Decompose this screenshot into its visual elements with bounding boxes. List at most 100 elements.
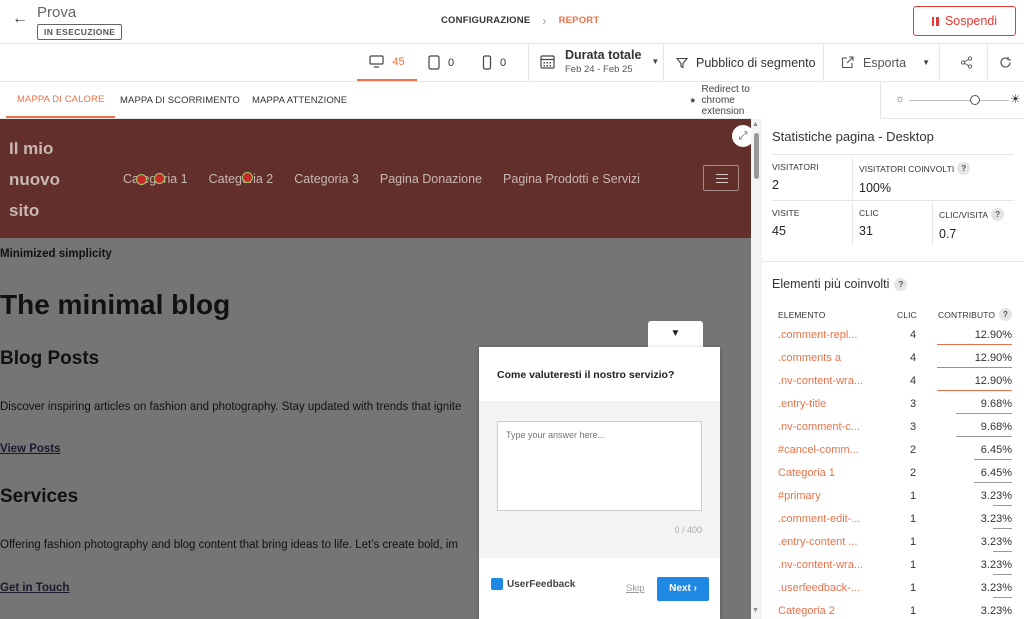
element-contribution: 3.23% xyxy=(980,582,1012,594)
desktop-icon xyxy=(369,55,384,68)
element-name[interactable]: #cancel-comm... xyxy=(778,444,859,456)
top-elements-title: Elementi più coinvolti ? xyxy=(772,277,908,291)
element-name[interactable]: .userfeedback-... xyxy=(778,582,860,594)
device-tablet-tab[interactable]: 0 xyxy=(428,44,454,81)
contribution-bar xyxy=(993,597,1012,598)
redirect-extension-link[interactable]: Redirect to chrome extension xyxy=(690,82,753,118)
share-button[interactable] xyxy=(960,44,973,81)
survey-skip-link[interactable]: Skip xyxy=(626,583,644,594)
element-clicks: 1 xyxy=(910,559,917,571)
top-bar: ← Prova IN ESECUZIONE CONFIGURAZIONE › R… xyxy=(0,0,1024,44)
divider xyxy=(663,44,664,81)
heatmap-click-dot xyxy=(154,173,165,184)
table-row[interactable]: #cancel-comm... 2 6.45% xyxy=(762,440,1024,463)
zoom-slider[interactable]: ☼ ☀ xyxy=(880,82,1024,119)
element-name[interactable]: .nv-comment-c... xyxy=(778,421,860,433)
survey-next-label: Next xyxy=(669,583,691,594)
survey-char-counter: 0 / 400 xyxy=(674,525,702,535)
device-mobile-tab[interactable]: 0 xyxy=(482,44,506,81)
scrollbar-thumb[interactable] xyxy=(754,133,759,179)
share-icon xyxy=(960,56,973,69)
element-name[interactable]: Categoria 1 xyxy=(778,467,835,479)
divider xyxy=(772,154,1014,155)
help-icon[interactable]: ? xyxy=(894,277,908,291)
preview-scrollbar[interactable]: ▲ ▼ xyxy=(751,119,762,619)
calendar-icon xyxy=(540,55,555,69)
table-row[interactable]: .entry-content ... 1 3.23% xyxy=(762,532,1024,555)
stat-label: CLIC xyxy=(859,208,879,218)
refresh-button[interactable] xyxy=(999,44,1012,81)
table-row[interactable]: .userfeedback-... 1 3.23% xyxy=(762,578,1024,601)
section-title: Blog Posts xyxy=(0,348,100,369)
table-row[interactable]: .entry-title 3 9.68% xyxy=(762,394,1024,417)
filter-icon xyxy=(676,57,688,68)
element-name[interactable]: .nv-content-wra... xyxy=(778,559,863,571)
divider xyxy=(823,44,824,81)
tab-heatmap[interactable]: MAPPA DI CALORE xyxy=(6,82,116,118)
site-nav-item[interactable]: Pagina Donazione xyxy=(380,172,482,186)
step-report[interactable]: REPORT xyxy=(559,15,600,26)
table-row[interactable]: #primary 1 3.23% xyxy=(762,486,1024,509)
chevron-right-icon: › xyxy=(542,13,547,28)
expand-icon[interactable]: ⤢ xyxy=(732,125,751,147)
site-nav-item[interactable]: Categoria 2 xyxy=(209,172,274,186)
export-button[interactable]: Esporta ▼ xyxy=(841,44,930,81)
element-name[interactable]: .entry-title xyxy=(778,398,826,410)
element-name[interactable]: Categoria 2 xyxy=(778,605,835,617)
stat-clicks-per-visit: CLIC/VISITA? 0.7 xyxy=(939,208,1005,241)
element-name[interactable]: #primary xyxy=(778,490,821,502)
scroll-down-icon[interactable]: ▼ xyxy=(752,607,759,614)
report-toolbar: 45 0 0 Durata totale Feb 24 - Feb 25 ▼ P… xyxy=(0,44,1024,82)
table-row[interactable]: .comment-edit-... 1 3.23% xyxy=(762,509,1024,532)
table-row[interactable]: Categoria 2 1 3.23% xyxy=(762,601,1024,619)
top-elements-label: Elementi più coinvolti xyxy=(772,277,890,291)
pause-button-label: Sospendi xyxy=(944,14,998,28)
element-clicks: 1 xyxy=(910,513,917,525)
date-range-selector[interactable]: Durata totale Feb 24 - Feb 25 ▼ xyxy=(540,48,659,75)
zoom-handle[interactable] xyxy=(970,95,980,105)
site-tagline: Minimized simplicity xyxy=(0,248,112,260)
table-row[interactable]: .comment-repl... 4 12.90% xyxy=(762,325,1024,348)
element-name[interactable]: .comment-edit-... xyxy=(778,513,861,525)
scroll-up-icon[interactable]: ▲ xyxy=(752,121,759,128)
site-nav-item[interactable]: Categoria 3 xyxy=(294,172,359,186)
help-icon[interactable]: ? xyxy=(991,208,1005,221)
arrow-left-icon[interactable]: ← xyxy=(12,10,28,28)
element-name[interactable]: .entry-content ... xyxy=(778,536,857,548)
table-row[interactable]: .comments a 4 12.90% xyxy=(762,348,1024,371)
desktop-count: 45 xyxy=(392,55,405,68)
site-nav-item[interactable]: Pagina Prodotti e Servizi xyxy=(503,172,640,186)
pause-button[interactable]: Sospendi xyxy=(913,6,1016,36)
element-name[interactable]: .nv-content-wra... xyxy=(778,375,863,387)
divider xyxy=(939,44,940,81)
element-name[interactable]: .comment-repl... xyxy=(778,329,857,341)
survey-next-button[interactable]: Next › xyxy=(657,577,709,601)
segment-filter-button[interactable]: Pubblico di segmento xyxy=(676,44,816,81)
survey-collapse-tab[interactable]: ▼ xyxy=(648,321,703,347)
stat-label: VISITATORI xyxy=(772,162,819,172)
zoom-track[interactable] xyxy=(909,100,1009,101)
table-row[interactable]: .nv-comment-c... 3 9.68% xyxy=(762,417,1024,440)
tab-attention-map[interactable]: MAPPA ATTENZIONE xyxy=(252,82,347,118)
stat-engaged-visitors: VISITATORI COINVOLTI? 100% xyxy=(859,162,971,195)
survey-answer-input[interactable] xyxy=(497,421,702,511)
element-name[interactable]: .comments a xyxy=(778,352,841,364)
contribution-bar xyxy=(993,528,1012,529)
tab-scroll-map[interactable]: MAPPA DI SCORRIMENTO xyxy=(120,82,240,118)
device-desktop-tab[interactable]: 45 xyxy=(357,44,417,81)
element-contribution: 3.23% xyxy=(980,536,1012,548)
page-stats-panel: Statistiche pagina - Desktop VISITATORI … xyxy=(762,119,1024,619)
site-menu-toggle[interactable] xyxy=(703,165,739,191)
table-row[interactable]: Categoria 1 2 6.45% xyxy=(762,463,1024,486)
column-header-label: CONTRIBUTO xyxy=(938,309,996,320)
element-clicks: 4 xyxy=(910,329,917,341)
section-link[interactable]: Get in Touch xyxy=(0,582,69,594)
contribution-bar xyxy=(993,551,1012,552)
section-link[interactable]: View Posts xyxy=(0,443,61,455)
contribution-bar xyxy=(937,367,1012,368)
help-icon[interactable]: ? xyxy=(999,308,1013,321)
help-icon[interactable]: ? xyxy=(957,162,971,175)
step-configuration[interactable]: CONFIGURAZIONE xyxy=(441,15,530,26)
table-row[interactable]: .nv-content-wra... 4 12.90% xyxy=(762,371,1024,394)
table-row[interactable]: .nv-content-wra... 1 3.23% xyxy=(762,555,1024,578)
